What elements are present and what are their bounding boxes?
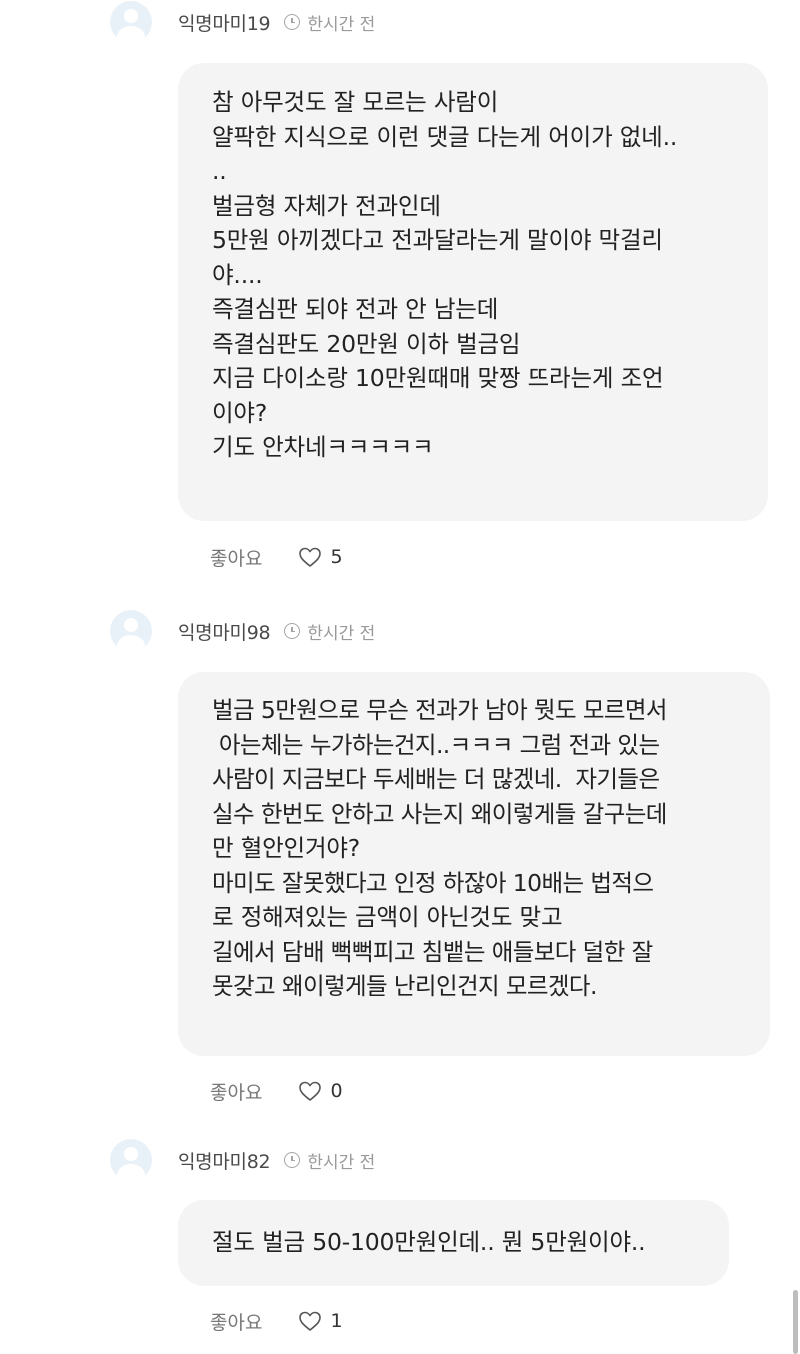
comment-actions: 좋아요 0 xyxy=(210,1076,343,1106)
comment-line: 벌금 5만원으로 무슨 전과가 남아 뭣도 모르면서 xyxy=(212,696,668,724)
clock-icon xyxy=(284,1152,301,1168)
comment-line: 이야? xyxy=(212,398,268,427)
timestamp: 한시간 전 xyxy=(284,619,375,644)
comment-line: 기도 안차네ㅋㅋㅋㅋㅋ xyxy=(212,433,434,461)
like-button[interactable]: 좋아요 xyxy=(210,1078,262,1105)
heart-icon[interactable] xyxy=(298,546,322,568)
comment-line: 참 아무것도 잘 모르는 사람이 xyxy=(212,88,499,116)
comment-header: 익명마미19 한시간 전 xyxy=(110,0,375,44)
like-button[interactable]: 좋아요 xyxy=(210,1308,262,1335)
comment-line: .. xyxy=(212,157,227,185)
avatar[interactable] xyxy=(110,610,152,652)
avatar[interactable] xyxy=(110,1,152,43)
comment-line: 만 혈안인거야? xyxy=(212,834,361,862)
comment-header: 익명마미82 한시간 전 xyxy=(110,1138,375,1182)
comment-actions: 좋아요 1 xyxy=(210,1306,343,1336)
like-button[interactable]: 좋아요 xyxy=(210,544,262,571)
comment-line: 마미도 잘못했다고 인정 하잖아 10배는 법적으 xyxy=(212,868,654,897)
timestamp-text: 한시간 전 xyxy=(307,623,376,644)
comment-line: 로 정해져있는 금액이 아닌것도 맞고 xyxy=(212,903,563,931)
heart-icon[interactable] xyxy=(298,1080,322,1102)
comment-line: 야.... xyxy=(212,260,263,289)
avatar[interactable] xyxy=(110,1139,152,1181)
comment-line: 즉결심판도 20만원 이하 벌금임 xyxy=(212,329,521,358)
timestamp-text: 한시간 전 xyxy=(307,14,376,35)
comment-line: 길에서 담배 뻑뻑피고 침뱉는 애들보다 덜한 잘 xyxy=(212,937,653,966)
comment-line: 아는체는 누가하는건지..ㅋㅋㅋ 그럼 전과 있는 xyxy=(212,730,660,759)
like-count: 1 xyxy=(330,1310,343,1332)
timestamp-text: 한시간 전 xyxy=(307,1152,376,1173)
heart-icon[interactable] xyxy=(298,1310,322,1332)
like-count: 0 xyxy=(330,1080,343,1102)
comment-line: 절도 벌금 50-100만원인데.. 뭔 5만원이야.. xyxy=(212,1228,646,1256)
clock-icon xyxy=(284,14,301,30)
comment-header: 익명마미98 한시간 전 xyxy=(110,609,375,653)
comment-line: 지금 다이소랑 10만원때매 맞짱 뜨라는게 조언 xyxy=(212,364,664,392)
comment-line: 벌금형 자체가 전과인데 xyxy=(212,191,441,220)
author-name[interactable]: 익명마미19 xyxy=(178,9,271,36)
comment-bubble: 절도 벌금 50-100만원인데.. 뭔 5만원이야.. xyxy=(178,1200,729,1286)
scrollbar-thumb[interactable] xyxy=(793,1290,798,1354)
like-count: 5 xyxy=(330,546,343,568)
author-name[interactable]: 익명마미98 xyxy=(178,618,271,645)
timestamp: 한시간 전 xyxy=(284,10,375,35)
comment-actions: 좋아요 5 xyxy=(210,542,343,572)
comment-bubble: 벌금 5만원으로 무슨 전과가 남아 뭣도 모르면서 아는체는 누가하는건지..… xyxy=(178,672,770,1056)
comment-line: 5만원 아끼겠다고 전과달라는게 말이야 막걸리 xyxy=(212,226,663,254)
comment-bubble: 참 아무것도 잘 모르는 사람이 얄팍한 지식으로 이런 댓글 다는게 어이가 … xyxy=(178,63,768,521)
comment-line: 사람이 지금보다 두세배는 더 많겠네. 자기들은 xyxy=(212,765,660,793)
timestamp: 한시간 전 xyxy=(284,1148,375,1173)
author-name[interactable]: 익명마미82 xyxy=(178,1147,271,1174)
clock-icon xyxy=(284,623,301,639)
comment-line: 못갖고 왜이렇게들 난리인건지 모르겠다. xyxy=(212,972,597,1000)
comment-line: 실수 한번도 안하고 사는지 왜이렇게들 갈구는데 xyxy=(212,799,667,828)
comment-line: 즉결심판 되야 전과 안 남는데 xyxy=(212,295,499,323)
comment-line: 얄팍한 지식으로 이런 댓글 다는게 어이가 없네.. xyxy=(212,122,678,151)
